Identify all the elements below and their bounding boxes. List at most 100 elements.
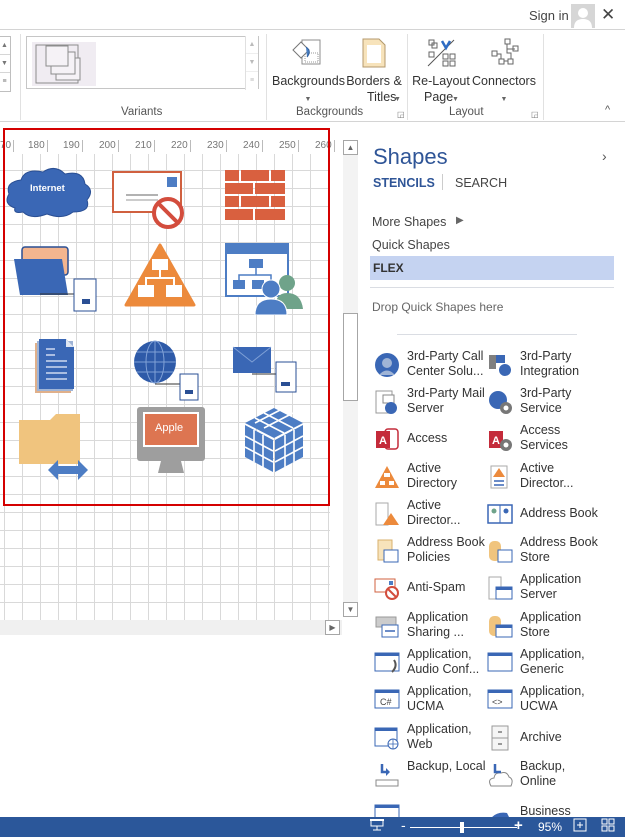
pane-expand-icon[interactable]: › [602, 148, 607, 164]
stencil-item[interactable]: Application Sharing ... [374, 609, 488, 643]
scroll-right-button[interactable]: ▶ [325, 620, 340, 635]
stencil-item[interactable]: Application Server [487, 571, 601, 605]
firewall-icon [225, 170, 285, 220]
collapse-ribbon-icon[interactable]: ^ [605, 104, 610, 116]
stencil-item[interactable] [374, 795, 488, 817]
stencil-item[interactable]: A Access [374, 422, 488, 456]
more-shapes-arrow-icon[interactable]: ▶ [456, 215, 464, 226]
avatar[interactable] [571, 4, 595, 28]
group-label-variants: Variants [121, 106, 163, 118]
variants-gallery[interactable]: ▲ ▼ ≡ [26, 36, 259, 90]
stencil-item[interactable]: Address Book Store [487, 534, 601, 568]
stencil-item[interactable]: Archive [487, 721, 601, 755]
stencil-item-label: Active Director... [520, 461, 574, 490]
stencil-item[interactable]: 3rd-Party Service [487, 385, 601, 419]
stencil-item[interactable]: Address Book Policies [374, 534, 488, 568]
cube-store-shape[interactable] [243, 406, 305, 479]
documents-shape[interactable] [33, 337, 77, 400]
folder-sync-icon [19, 414, 88, 480]
horizontal-scrollbar[interactable]: ▶ [0, 620, 342, 635]
connectors-button[interactable]: Connectors ▼ [471, 34, 537, 104]
quick-shapes-link[interactable]: Quick Shapes [372, 238, 450, 252]
stencil-item[interactable]: 3rd-Party Integration [487, 348, 601, 382]
stencil-item[interactable]: Application, Audio Conf... [374, 646, 488, 680]
apple-monitor-shape[interactable]: Apple [136, 405, 206, 482]
connectors-icon [491, 38, 519, 65]
variants-scroll[interactable]: ▲ ▼ ≡ [245, 36, 258, 90]
borders-titles-button[interactable]: Borders & Titles ▼ [345, 34, 403, 104]
stencil-item[interactable]: <> Application, UCWA [487, 683, 601, 717]
drop-quick-shapes-hint: Drop Quick Shapes here [372, 300, 504, 314]
stencil-item-label: Active Directory [407, 461, 458, 490]
stencil-flex-label: FLEX [373, 261, 404, 275]
title-bar: Sign in ✕ [0, 0, 625, 30]
internet-cloud-shape[interactable]: Internet [3, 164, 95, 225]
gallery-up-icon[interactable]: ▲ [0, 37, 10, 55]
globe-server-shape[interactable] [133, 340, 201, 407]
stencil-item[interactable]: C# Application, UCMA [374, 683, 488, 717]
gallery-more-icon[interactable]: ≡ [0, 73, 10, 91]
business-icon [487, 799, 513, 817]
variants-down-icon[interactable]: ▼ [246, 54, 258, 72]
folder-server-shape[interactable] [12, 245, 98, 320]
zoom-slider-thumb[interactable] [460, 822, 465, 833]
application-store-icon [487, 613, 513, 639]
stencil-item[interactable]: Application Store [487, 609, 601, 643]
more-shapes-link[interactable]: More Shapes [372, 215, 446, 229]
zoom-in-button[interactable]: + [514, 817, 523, 834]
firewall-shape[interactable] [225, 170, 287, 227]
zoom-out-button[interactable]: - [401, 817, 406, 833]
stencil-item[interactable]: 3rd-Party Call Center Solu... [374, 348, 488, 382]
layout-dialog-launcher-icon[interactable]: ◲ [531, 110, 539, 119]
vertical-scrollbar[interactable]: ▲ ▼ [343, 140, 358, 617]
gallery-down-icon[interactable]: ▼ [0, 55, 10, 73]
stencil-flex-selected[interactable]: FLEX [370, 256, 614, 280]
variants-more-icon[interactable]: ≡ [246, 72, 258, 90]
stencil-item-label: Application Server [520, 572, 582, 601]
variant-thumbnail[interactable] [32, 42, 96, 86]
borders-titles-label-1: Borders & [346, 74, 402, 88]
active-directory-icon [124, 243, 196, 307]
pane-divider [397, 334, 577, 335]
stencil-item-label: 3rd-Party Integration [520, 349, 580, 378]
sign-in-link[interactable]: Sign in [529, 8, 569, 23]
variants-up-icon[interactable]: ▲ [246, 36, 258, 54]
active-directory-shape[interactable] [124, 243, 196, 312]
vertical-scroll-thumb[interactable] [343, 313, 358, 401]
stencil-item[interactable]: Address Book [487, 497, 601, 531]
themes-gallery-scroll[interactable]: ▲ ▼ ≡ [0, 36, 11, 92]
stencil-item[interactable]: 3rd-Party Mail Server [374, 385, 488, 419]
stencil-item[interactable]: Application, Web [374, 721, 488, 755]
tab-search[interactable]: SEARCH [455, 176, 507, 190]
stencil-item[interactable]: Anti-Spam [374, 571, 488, 605]
active-directory-icon [374, 464, 400, 490]
backgrounds-button[interactable]: Backgrounds ▼ [272, 34, 345, 104]
presentation-mode-icon[interactable] [370, 818, 384, 835]
stencil-item[interactable]: Active Director... [487, 460, 601, 494]
zoom-percentage[interactable]: 95% [538, 820, 562, 834]
org-chart-users-shape[interactable] [225, 243, 305, 320]
tab-stencils[interactable]: STENCILS [373, 176, 435, 190]
scroll-up-button[interactable]: ▲ [343, 140, 358, 155]
relayout-icon [427, 39, 456, 67]
scroll-down-button[interactable]: ▼ [343, 602, 358, 617]
stencil-item[interactable]: A Access Services [487, 422, 601, 456]
relayout-page-button[interactable]: Re-Layout Page ▼ [412, 34, 470, 104]
folder-sync-shape[interactable] [18, 412, 92, 487]
switch-windows-icon[interactable] [601, 818, 615, 835]
stencil-item-label: 3rd-Party Call Center Solu... [407, 349, 484, 378]
stencil-item[interactable]: Backup, Local [374, 758, 488, 792]
stencil-item[interactable]: Business [487, 795, 601, 817]
stencil-item[interactable]: Backup, Online [487, 758, 601, 792]
anti-spam-shape[interactable] [112, 170, 188, 237]
mail-server-shape[interactable] [232, 345, 300, 402]
anti-spam-icon [112, 171, 184, 229]
stencil-item[interactable]: Active Directory [374, 460, 488, 494]
application-partial-icon [374, 799, 400, 817]
stencil-item[interactable]: Application, Generic [487, 646, 601, 680]
stencil-item-label: Active Director... [407, 498, 461, 527]
close-button[interactable]: ✕ [601, 5, 615, 25]
stencil-item[interactable]: Active Director... [374, 497, 488, 531]
fit-page-icon[interactable] [573, 818, 587, 835]
backgrounds-dialog-launcher-icon[interactable]: ◲ [397, 110, 405, 119]
